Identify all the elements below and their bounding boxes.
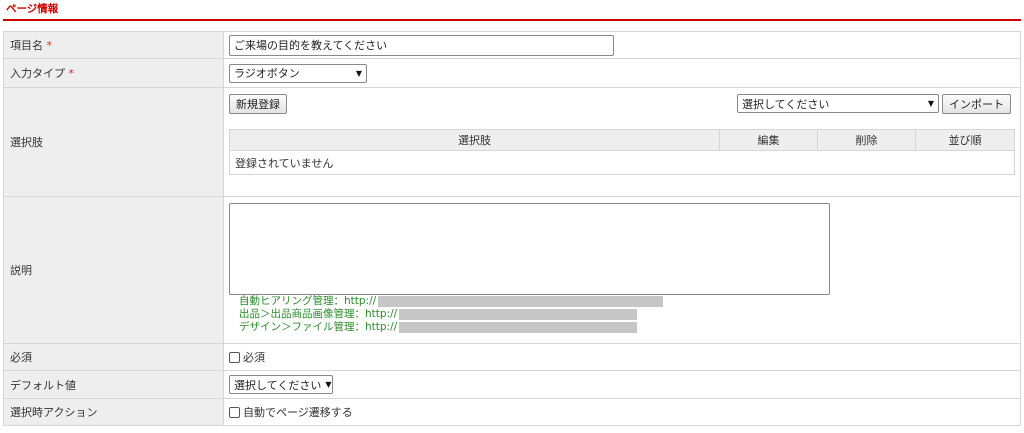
column-header-delete: 削除 (817, 129, 916, 151)
row-input-type: 入力タイプ * ラジオボタン ▼ (3, 58, 1021, 88)
redacted-url (378, 296, 664, 307)
column-header-order: 並び順 (915, 129, 1015, 151)
chevron-down-icon: ▼ (927, 99, 934, 108)
chevron-down-icon: ▼ (325, 380, 332, 389)
row-select-action: 選択時アクション 自動でページ遷移する (3, 398, 1021, 426)
input-type-label: 入力タイプ (10, 67, 65, 80)
input-type-select[interactable]: ラジオボタン ▼ (229, 63, 367, 83)
item-name-input[interactable]: ご来場の目的を教えてください (229, 34, 614, 56)
empty-message: 登録されていません (229, 150, 1015, 175)
required-mark: * (68, 67, 75, 80)
list-item: デザイン＞ファイル管理：http:// (239, 321, 663, 334)
choices-area: 新規登録 選択してください ▼ インポート 選択肢 編集 削除 並び順 登録され… (229, 89, 1019, 195)
section-title: ページ情報 (6, 3, 59, 15)
list-item: 自動ヒアリング管理：http:// (239, 295, 664, 308)
checkbox-icon[interactable] (229, 406, 240, 418)
input-type-selected: ラジオボタン (234, 67, 300, 80)
default-value-select[interactable]: 選択してください ▼ (229, 375, 333, 394)
choices-label: 選択肢 (10, 136, 43, 149)
column-header-choice: 選択肢 (229, 129, 720, 151)
new-register-button[interactable]: 新規登録 (229, 94, 287, 114)
import-source-select[interactable]: 選択してください ▼ (737, 94, 939, 113)
required-mark: * (46, 39, 53, 52)
item-name-label: 項目名 (10, 39, 43, 52)
column-header-edit: 編集 (719, 129, 818, 151)
product-image-link[interactable]: 出品＞出品商品画像管理：http:// (239, 308, 397, 321)
list-item: 出品＞出品商品画像管理：http:// (239, 308, 663, 321)
checkbox-icon[interactable] (229, 351, 240, 363)
description-label: 説明 (10, 264, 32, 277)
default-value-selected: 選択してください (234, 378, 322, 392)
auto-transition-label: 自動でページ遷移する (243, 406, 353, 419)
select-action-label: 選択時アクション (10, 406, 98, 419)
row-default-value: デフォルト値 選択してください ▼ (3, 370, 1021, 399)
file-management-link[interactable]: デザイン＞ファイル管理：http:// (239, 321, 397, 334)
page-info-form: 項目名 * ご来場の目的を教えてください 入力タイプ * ラジオボタン ▼ 選択… (3, 31, 1021, 426)
required-checkbox-label: 必須 (243, 351, 265, 364)
default-value-label: デフォルト値 (10, 378, 76, 392)
row-description: 説明 自動ヒアリング管理：http:// 出品＞出品商品画像管理：http://… (3, 196, 1021, 344)
import-source-selected: 選択してください (742, 97, 830, 111)
item-name-label-cell: 項目名 * (3, 31, 224, 59)
choices-table: 選択肢 編集 削除 並び順 登録されていません (229, 129, 1015, 175)
description-area: 自動ヒアリング管理：http:// 出品＞出品商品画像管理：http:// デザ… (229, 198, 1019, 342)
choices-table-header: 選択肢 編集 削除 並び順 (229, 129, 1015, 151)
required-checkbox[interactable]: 必須 (229, 349, 1019, 365)
table-row: 登録されていません (229, 150, 1015, 175)
auto-hearing-link[interactable]: 自動ヒアリング管理：http:// (239, 295, 376, 308)
reference-links: 自動ヒアリング管理：http:// 出品＞出品商品画像管理：http:// デザ… (239, 295, 664, 334)
required-label: 必須 (10, 351, 32, 364)
row-choices: 選択肢 新規登録 選択してください ▼ インポート 選択肢 編集 削除 並び順 … (3, 87, 1021, 197)
import-button[interactable]: インポート (942, 94, 1011, 114)
auto-transition-checkbox[interactable]: 自動でページ遷移する (229, 404, 1019, 420)
chevron-down-icon: ▼ (355, 68, 362, 78)
row-item-name: 項目名 * ご来場の目的を教えてください (3, 31, 1021, 59)
section-divider (3, 19, 1021, 21)
redacted-url (399, 322, 638, 333)
row-required: 必須 必須 (3, 343, 1021, 371)
redacted-url (399, 309, 638, 320)
description-textarea[interactable] (229, 203, 830, 295)
